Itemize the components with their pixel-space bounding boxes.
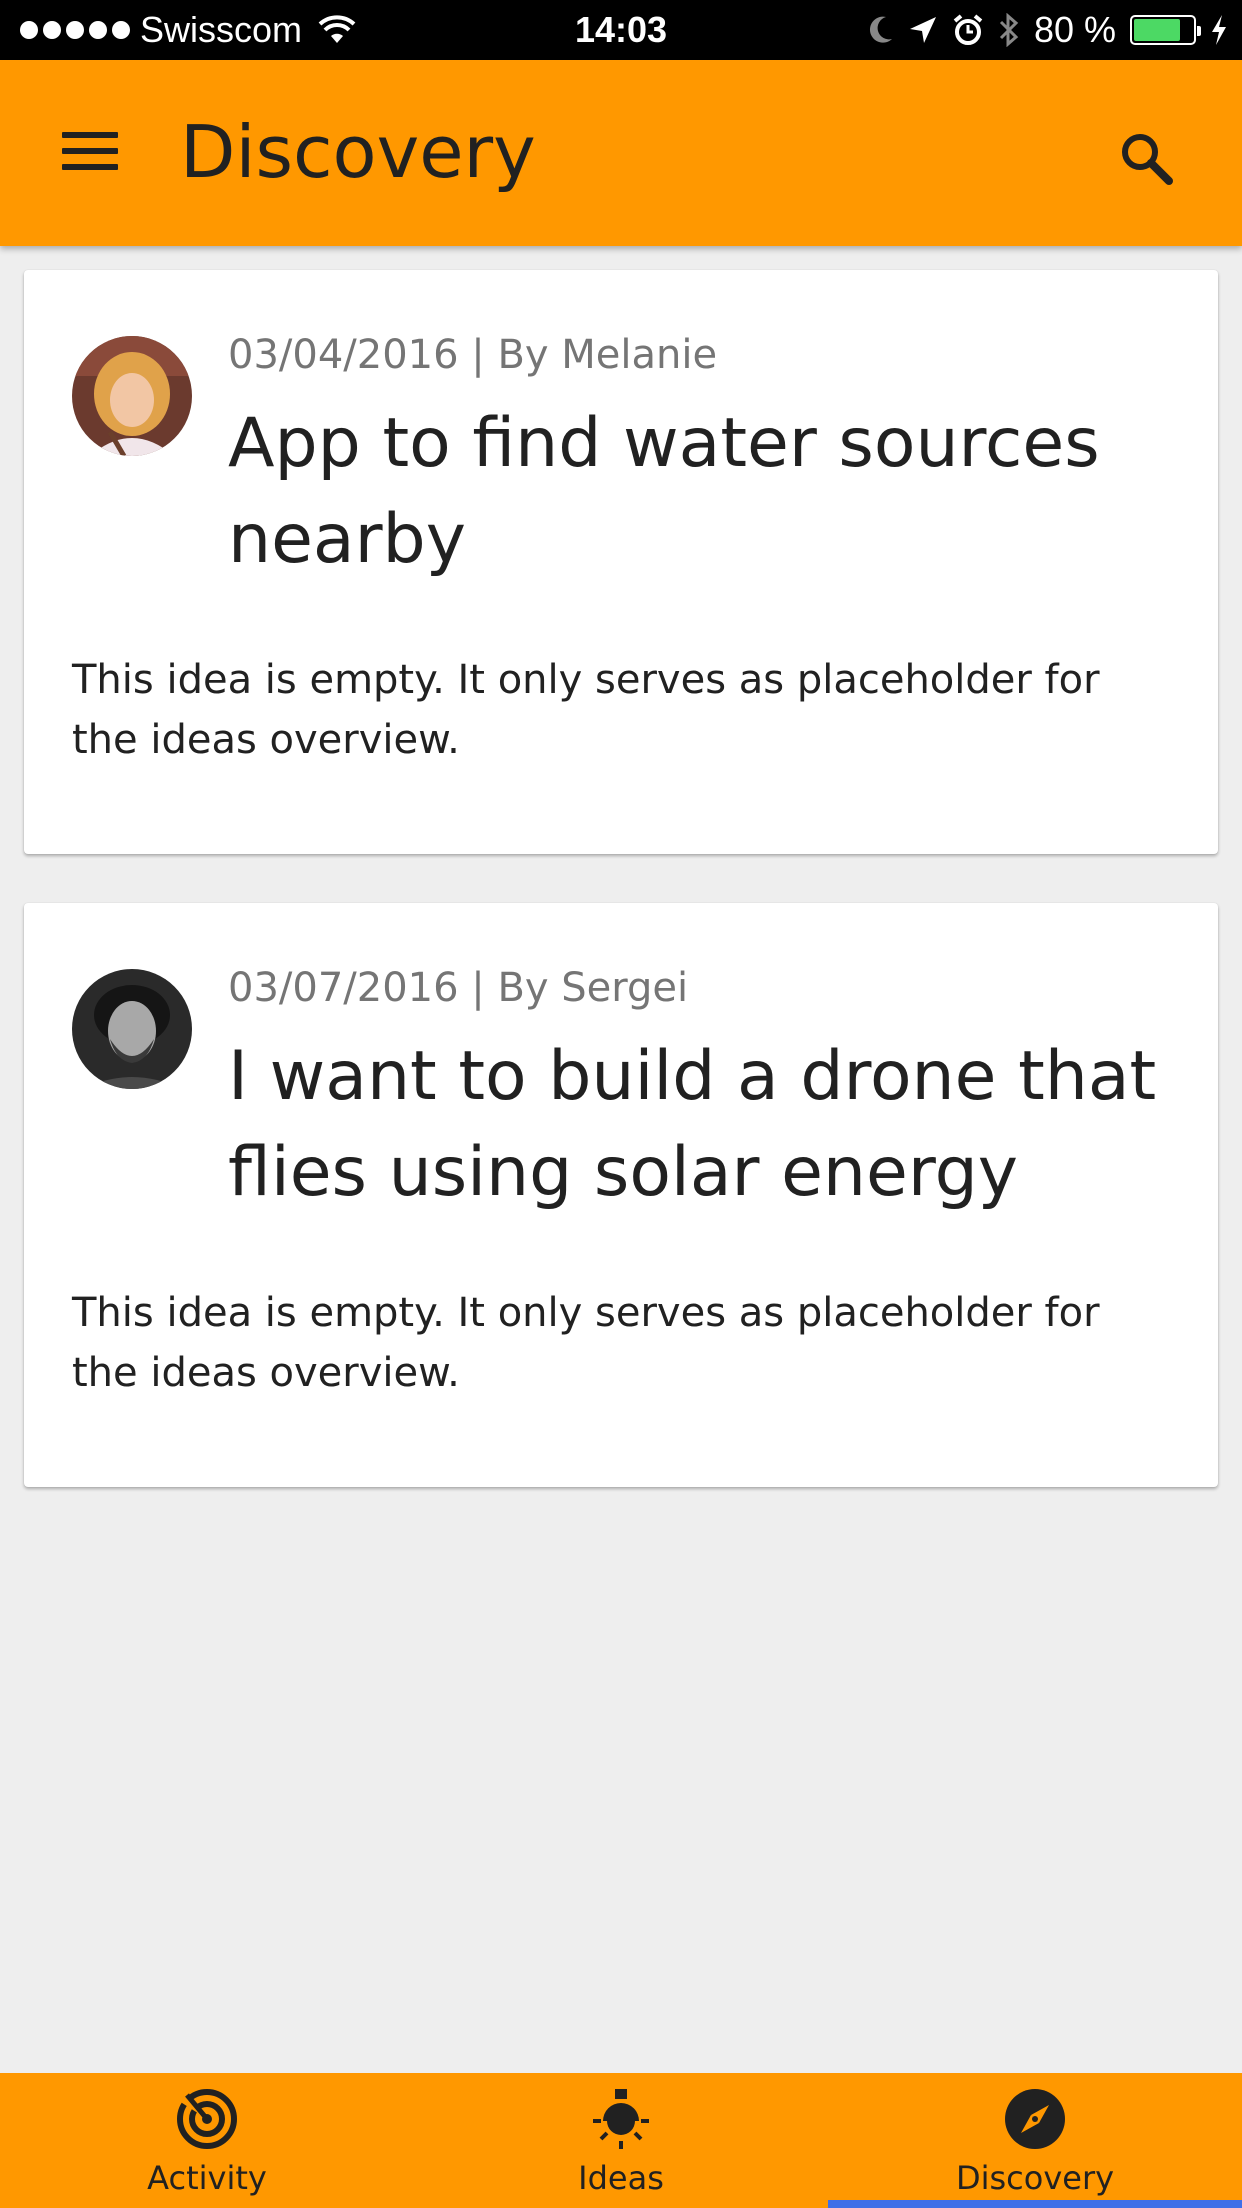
- card-meta: 03/07/2016 | By Sergei: [228, 965, 689, 1011]
- status-bar: Swisscom 14:03 80 %: [0, 0, 1242, 60]
- compass-icon: [1005, 2089, 1065, 2149]
- idea-card[interactable]: 03/07/2016 | By Sergei I want to build a…: [24, 903, 1218, 1487]
- activity-radar-icon: [177, 2089, 237, 2149]
- bluetooth-icon: [999, 13, 1019, 47]
- card-description: This idea is empty. It only serves as pl…: [72, 1290, 1100, 1396]
- moon-icon: [869, 16, 892, 43]
- bottom-navigation: Activity Ideas Discovery: [0, 2073, 1242, 2208]
- card-meta: 03/04/2016 | By Melanie: [228, 332, 718, 378]
- battery-icon: [1130, 15, 1201, 45]
- signal-strength-icon: [20, 21, 130, 39]
- avatar[interactable]: [72, 969, 192, 1089]
- battery-percentage: 80 %: [1033, 9, 1116, 50]
- nav-item-ideas[interactable]: Ideas: [414, 2073, 828, 2208]
- status-right: 80 %: [868, 0, 1228, 60]
- battery-level-fill: [1134, 19, 1181, 41]
- nav-label: Activity: [147, 2159, 267, 2197]
- hamburger-menu-icon[interactable]: [60, 128, 120, 176]
- nav-label: Ideas: [578, 2159, 664, 2197]
- app-bar: Discovery: [0, 60, 1242, 246]
- page-title: Discovery: [180, 110, 536, 194]
- card-title[interactable]: I want to build a drone that flies using…: [228, 1029, 1168, 1221]
- nav-label: Discovery: [955, 2159, 1115, 2197]
- card-description: This idea is empty. It only serves as pl…: [72, 657, 1100, 763]
- active-tab-indicator: [828, 2200, 1242, 2208]
- nav-item-discovery[interactable]: Discovery: [828, 2073, 1242, 2208]
- search-icon[interactable]: [1116, 128, 1176, 188]
- wifi-icon: [318, 15, 356, 43]
- card-title[interactable]: App to find water sources nearby: [228, 396, 1168, 588]
- nav-item-activity[interactable]: Activity: [0, 2073, 414, 2208]
- avatar[interactable]: [72, 336, 192, 456]
- location-arrow-icon: [909, 17, 936, 43]
- carrier-name: Swisscom: [140, 9, 303, 50]
- status-left: Swisscom: [20, 0, 356, 60]
- idea-card[interactable]: 03/04/2016 | By Melanie App to find wate…: [24, 270, 1218, 854]
- alarm-icon: [953, 14, 983, 45]
- charging-bolt-icon: [1212, 15, 1226, 45]
- lightbulb-icon: [593, 2089, 649, 2149]
